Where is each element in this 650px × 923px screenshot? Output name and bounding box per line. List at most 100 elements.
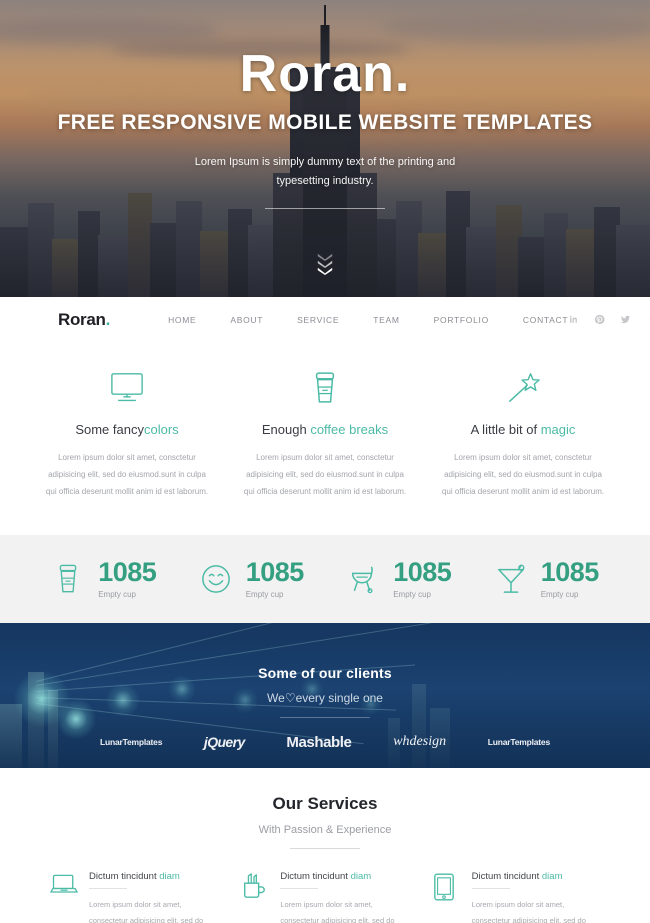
nav-item-contact[interactable]: CONTACT [523, 315, 568, 325]
scroll-down-button[interactable] [317, 253, 334, 275]
feature-title-highlight: coffee breaks [310, 422, 389, 437]
feature-icon-wrap [240, 370, 410, 406]
magic-wand-icon [509, 373, 540, 402]
service-underline [471, 887, 510, 889]
feature-title-highlight: magic [540, 422, 576, 437]
service-card: Dictum tincidunt diam Lorem ipsum dolor … [241, 871, 408, 923]
service-title: Dictum tincidunt diam [280, 871, 408, 882]
feature-card: Some fancycolors Lorem ipsum dolor sit a… [28, 370, 226, 501]
counter-text: 1085 Empty cup [98, 558, 157, 599]
feature-title-plain: A little bit of [470, 422, 541, 437]
bbq-grill-icon [352, 566, 374, 593]
client-logo-whdesign[interactable]: whdesign [393, 734, 446, 750]
service-title-highlight: diam [159, 870, 180, 882]
services-section: Our Services With Passion & Experience D… [0, 767, 650, 923]
services-title: Our Services [272, 793, 378, 813]
service-underline [280, 887, 319, 889]
client-logo-lunartemplates[interactable]: LunarTemplates [100, 737, 162, 747]
nav-item-team[interactable]: TEAM [373, 315, 399, 325]
service-title-plain: Dictum tincidunt [280, 870, 351, 882]
clients-section: Some of our clients We♡every single one … [0, 622, 650, 768]
laptop-icon [50, 874, 78, 893]
hero-subtitle: FREE RESPONSIVE MOBILE WEBSITE TEMPLATES [57, 111, 593, 134]
service-title: Dictum tincidunt diam [472, 871, 600, 882]
service-title-plain: Dictum tincidunt [89, 870, 160, 882]
features-section: Some fancycolors Lorem ipsum dolor sit a… [0, 342, 650, 535]
nav-item-service[interactable]: SERVICE [297, 315, 339, 325]
counter-item: 1085 Empty cup [178, 556, 326, 599]
counter-value: 1085 [540, 556, 600, 587]
counter-text: 1085 Empty cup [393, 558, 452, 599]
feature-title: A little bit of magic [438, 422, 608, 437]
service-title-highlight: diam [350, 870, 372, 882]
social-links [568, 314, 650, 325]
services-subtitle: With Passion & Experience [258, 823, 392, 836]
clients-subtitle: We♡every single one [0, 691, 650, 705]
nav-item-home[interactable]: HOME [168, 315, 196, 325]
chevron-down-icon [317, 267, 333, 275]
logo-dot: . [105, 309, 111, 329]
feature-text: Lorem ipsum dolor sit amet, consctetur a… [243, 453, 407, 497]
service-card: Dictum tincidunt diam Lorem ipsum dolor … [433, 871, 600, 923]
client-logo-mashable[interactable]: Mashable [286, 734, 352, 751]
hero-title: Roran. [239, 45, 411, 103]
counter-label: Empty cup [393, 589, 431, 599]
pencil-cup-icon [244, 872, 266, 898]
service-icon-wrap [433, 871, 461, 923]
service-text: Lorem ipsum dolor sit amet, consectetur … [280, 899, 395, 923]
service-icon-wrap [241, 871, 269, 923]
coffee-cup-icon [59, 564, 77, 592]
services-header: Our Services With Passion & Experience [0, 794, 650, 849]
service-title-highlight: diam [541, 870, 563, 882]
counter-text: 1085 Empty cup [540, 556, 600, 599]
service-body: Dictum tincidunt diam Lorem ipsum dolor … [471, 871, 600, 923]
heart-icon: ♡ [284, 690, 296, 705]
service-card: Dictum tincidunt diam Lorem ipsum dolor … [50, 871, 217, 923]
feature-title: Enough coffee breaks [240, 422, 410, 437]
feature-text: Lorem ipsum dolor sit amet, consctetur a… [441, 453, 605, 497]
twitter-icon[interactable] [620, 314, 631, 325]
counter-value: 1085 [245, 556, 305, 587]
service-underline [89, 887, 127, 889]
counter-text: 1085 Empty cup [245, 556, 305, 599]
clients-subtitle-before: We [267, 690, 285, 705]
linkedin-icon[interactable] [568, 314, 579, 325]
services-grid: Dictum tincidunt diam Lorem ipsum dolor … [0, 849, 650, 923]
cocktail-glass-icon [497, 564, 525, 593]
nav-item-portfolio[interactable]: PORTFOLIO [434, 315, 489, 325]
hero-description-line-2: typesetting industry. [276, 175, 374, 188]
client-logo-lunartemplates-2[interactable]: LunarTemplates [488, 737, 550, 747]
hero-divider [265, 207, 385, 209]
service-text: Lorem ipsum dolor sit amet, consectetur … [89, 899, 204, 923]
feature-title: Some fancycolors [42, 422, 212, 437]
feature-icon-wrap [438, 370, 608, 406]
monitor-icon [111, 373, 143, 402]
counter-label: Empty cup [98, 589, 136, 599]
feature-icon-wrap [42, 370, 212, 406]
client-logo-jquery[interactable]: jQuery [204, 734, 245, 750]
service-body: Dictum tincidunt diam Lorem ipsum dolor … [89, 871, 217, 923]
pinterest-icon[interactable] [594, 314, 605, 325]
counter-item: 1085 Empty cup [30, 558, 178, 599]
main-navigation-bar: Roran. HOME ABOUT SERVICE TEAM PORTFOLIO… [0, 297, 650, 342]
nav-item-about[interactable]: ABOUT [230, 315, 263, 325]
feature-card: A little bit of magic Lorem ipsum dolor … [424, 370, 622, 501]
clients-header: Some of our clients We♡every single one [0, 623, 650, 718]
feature-text: Lorem ipsum dolor sit amet, consctetur a… [45, 453, 209, 497]
counter-item: 1085 Empty cup [325, 558, 473, 599]
client-logos: LunarTemplates jQuery Mashable whdesign … [0, 718, 650, 751]
counter-icon-wrap [346, 564, 380, 594]
facebook-icon[interactable] [646, 314, 650, 325]
clients-title: Some of our clients [258, 664, 392, 681]
service-text: Lorem ipsum dolor sit amet, consectetur … [471, 899, 586, 923]
tablet-icon [433, 873, 454, 901]
service-title-plain: Dictum tincidunt [471, 870, 542, 882]
counter-icon-wrap [51, 563, 85, 595]
clients-subtitle-after: every single one [295, 690, 383, 705]
counter-icon-wrap [199, 564, 233, 594]
feature-title-plain: Enough [261, 422, 311, 437]
site-logo[interactable]: Roran. [58, 310, 110, 330]
hero-section: Roran. FREE RESPONSIVE MOBILE WEBSITE TE… [0, 0, 650, 297]
hero-content: Roran. FREE RESPONSIVE MOBILE WEBSITE TE… [0, 0, 650, 209]
counter-label: Empty cup [245, 589, 284, 599]
